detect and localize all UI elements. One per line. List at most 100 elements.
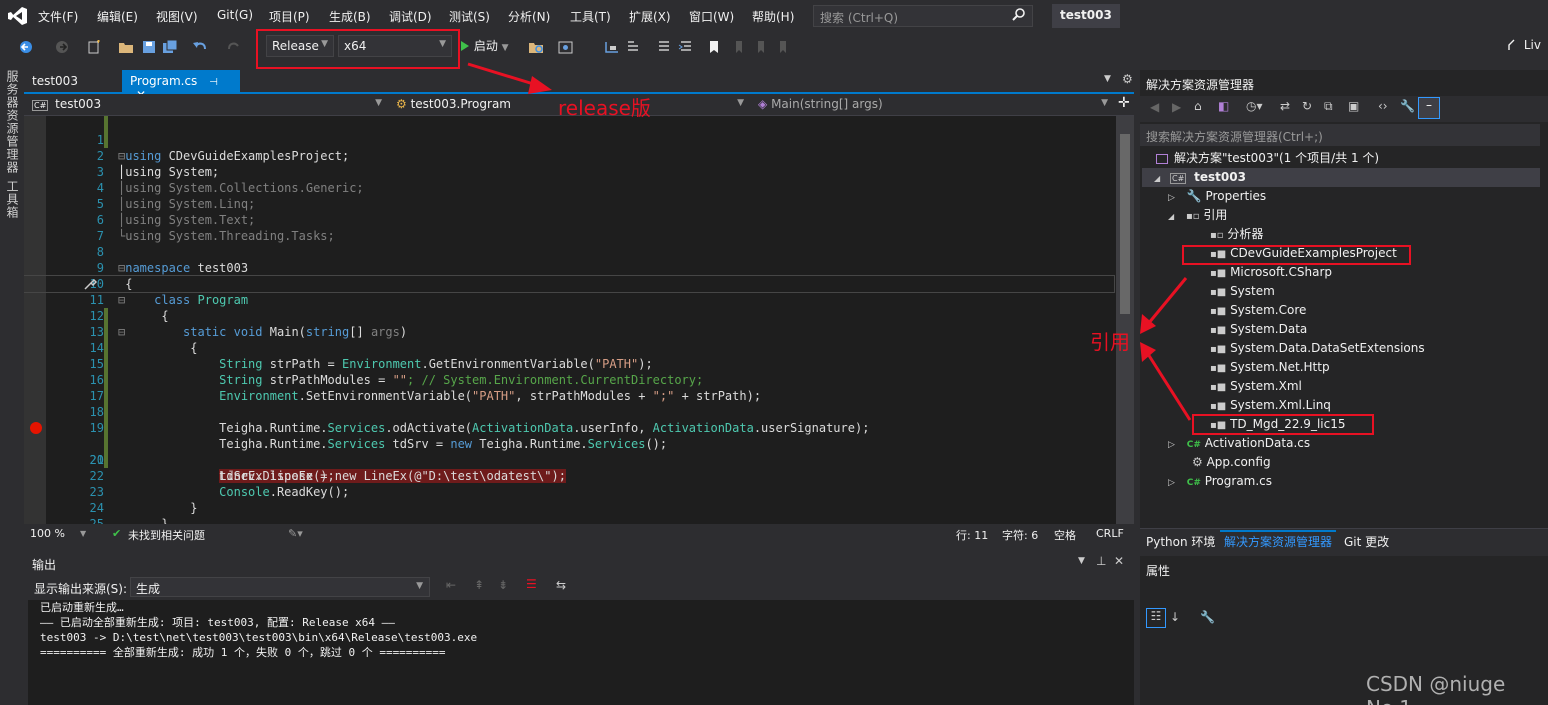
- tab-solution-explorer[interactable]: 解决方案资源管理器: [1220, 530, 1337, 551]
- tab-python-environments[interactable]: Python 环境: [1142, 532, 1219, 551]
- menu-test[interactable]: 测试(S): [449, 8, 490, 25]
- open-folder-icon[interactable]: [118, 40, 134, 54]
- collapsed-arrow-icon[interactable]: ▷: [1168, 440, 1175, 450]
- menu-git[interactable]: Git(G): [217, 8, 253, 22]
- scrollbar-thumb[interactable]: [1120, 134, 1130, 314]
- view-code-icon[interactable]: ‹›: [1378, 99, 1388, 113]
- member-navigation-dropdown[interactable]: ◈ Main(string[] args) ▼: [754, 96, 1114, 114]
- preview-selected-icon[interactable]: –: [1418, 97, 1440, 119]
- line-ending-indicator[interactable]: CRLF: [1096, 527, 1124, 540]
- pending-changes-icon[interactable]: ◷▾: [1246, 99, 1263, 113]
- code-editor[interactable]: 1 ⊟using CDevGuideExamplesProject; 2 │us…: [24, 116, 1134, 524]
- switch-views-icon[interactable]: ◧: [1218, 99, 1229, 113]
- collapsed-arrow-icon[interactable]: ▷: [1168, 478, 1175, 488]
- zoom-level[interactable]: 100 %: [30, 527, 65, 540]
- next-bookmark-icon[interactable]: [752, 40, 768, 54]
- clear-bookmarks-icon[interactable]: [774, 40, 790, 54]
- collapse-all-icon[interactable]: ⧉: [1324, 99, 1333, 114]
- save-icon[interactable]: [141, 40, 157, 54]
- sync-icon[interactable]: ⇄: [1280, 99, 1290, 113]
- tree-project-node[interactable]: ◢ C# test003: [1142, 168, 1540, 187]
- new-item-icon[interactable]: [86, 40, 102, 54]
- tree-reference-item[interactable]: ▪■ System.Net.Http: [1210, 358, 1330, 377]
- breakpoint-icon[interactable]: [30, 422, 42, 434]
- tab-overflow-icon[interactable]: ▼: [1104, 74, 1111, 84]
- browse-folder-icon[interactable]: [528, 40, 544, 54]
- bookmark-icon[interactable]: [706, 40, 722, 54]
- menu-debug[interactable]: 调试(D): [389, 8, 432, 25]
- home-icon[interactable]: ⌂: [1194, 99, 1202, 113]
- pin-icon[interactable]: ⊥: [1096, 554, 1106, 568]
- chevron-down-icon[interactable]: ▼: [80, 529, 86, 538]
- output-source-dropdown[interactable]: 生成 ▼: [130, 577, 430, 597]
- output-text-area[interactable]: 已启动重新生成… —— 已启动全部重新生成: 项目: test003, 配置: …: [28, 600, 1134, 705]
- property-pages-icon[interactable]: 🔧: [1200, 610, 1215, 624]
- tree-file-node[interactable]: ⚙ App.config: [1192, 453, 1271, 472]
- tree-reference-item[interactable]: ▪■ System.Data.DataSetExtensions: [1210, 339, 1425, 358]
- categorized-icon[interactable]: ☷: [1146, 608, 1166, 628]
- close-icon[interactable]: ✕: [1114, 554, 1124, 568]
- undo-icon[interactable]: [192, 40, 208, 54]
- tree-properties-node[interactable]: ▷ 🔧 Properties: [1168, 187, 1266, 206]
- tree-reference-item[interactable]: ▪■ System.Core: [1210, 301, 1306, 320]
- tab-git-changes[interactable]: Git 更改: [1340, 532, 1393, 551]
- clear-all-icon[interactable]: ☰: [526, 577, 537, 591]
- project-navigation-dropdown[interactable]: C# test003 ▼: [28, 96, 388, 114]
- go-to-error-icon[interactable]: ⇤: [446, 578, 456, 592]
- forward-icon[interactable]: ▶: [1172, 100, 1181, 114]
- issues-status[interactable]: 未找到相关问题: [128, 527, 205, 543]
- navigate-forward-icon[interactable]: [54, 40, 70, 54]
- tree-file-node[interactable]: ▷ C# ActivationData.cs: [1168, 434, 1310, 453]
- tree-file-node[interactable]: ▷ C# Program.cs: [1168, 472, 1272, 491]
- settings-gear-icon[interactable]: ⚙: [1122, 72, 1133, 86]
- split-editor-icon[interactable]: ✛: [1118, 95, 1130, 111]
- comment-lines-icon[interactable]: [656, 40, 672, 54]
- previous-message-icon[interactable]: ⇞: [474, 578, 484, 592]
- collapsed-arrow-icon[interactable]: ▷: [1168, 193, 1175, 203]
- step-into-icon[interactable]: [604, 40, 620, 54]
- expanded-arrow-icon[interactable]: ◢: [1168, 212, 1174, 221]
- quick-actions-screwdriver-icon[interactable]: [82, 276, 98, 292]
- tree-reference-item[interactable]: ▪■ System.Data: [1210, 320, 1307, 339]
- show-all-files-icon[interactable]: ▣: [1348, 99, 1359, 113]
- brush-icon[interactable]: ✎▾: [288, 527, 303, 540]
- whitespace-indicator[interactable]: 空格: [1054, 527, 1076, 543]
- menu-edit[interactable]: 编辑(E): [97, 8, 138, 25]
- pin-icon[interactable]: ⊣: [209, 77, 218, 88]
- tree-solution-node[interactable]: 解决方案"test003"(1 个项目/共 1 个): [1156, 149, 1379, 168]
- previous-bookmark-icon[interactable]: [730, 40, 746, 54]
- back-icon[interactable]: ◀: [1150, 100, 1159, 114]
- toggle-word-wrap-icon[interactable]: ⇆: [556, 578, 566, 592]
- tree-analyzers-node[interactable]: ▪▫ 分析器: [1210, 225, 1263, 244]
- server-explorer-tab[interactable]: 服务器资源管理器: [4, 70, 21, 174]
- menu-view[interactable]: 视图(V): [156, 8, 198, 25]
- start-button[interactable]: 启动 ▼: [460, 37, 509, 55]
- search-icon[interactable]: [1012, 7, 1026, 21]
- menu-analyze[interactable]: 分析(N): [508, 8, 550, 25]
- save-all-icon[interactable]: [162, 40, 178, 54]
- search-input[interactable]: 搜索 (Ctrl+Q): [813, 5, 1033, 27]
- solution-explorer-search-input[interactable]: 搜索解决方案资源管理器(Ctrl+;): [1140, 124, 1540, 146]
- alphabetical-icon[interactable]: ↓: [1170, 610, 1180, 624]
- menu-project[interactable]: 项目(P): [269, 8, 310, 25]
- tree-references-node[interactable]: ◢ ▪▫ 引用: [1168, 206, 1227, 225]
- tree-reference-item[interactable]: ▪■ System: [1210, 282, 1275, 301]
- live-share-button[interactable]: Liv: [1508, 38, 1541, 52]
- toolbox-tab[interactable]: 工具箱: [4, 180, 21, 219]
- navigate-back-icon[interactable]: [18, 40, 34, 54]
- next-message-icon[interactable]: ⇟: [498, 578, 508, 592]
- menu-build[interactable]: 生成(B): [329, 8, 371, 25]
- browser-link-icon[interactable]: [558, 40, 574, 54]
- tab-program-cs[interactable]: Program.cs ⊣ ✕: [122, 70, 240, 102]
- chevron-down-icon[interactable]: ▼: [1078, 556, 1085, 566]
- tab-test003[interactable]: test003: [24, 70, 120, 92]
- redo-icon[interactable]: [226, 40, 242, 54]
- tree-reference-item[interactable]: ▪■ Microsoft.CSharp: [1210, 263, 1332, 282]
- step-out-icon[interactable]: [626, 40, 642, 54]
- tree-reference-item[interactable]: ▪■ System.Xml.Linq: [1210, 396, 1331, 415]
- menu-window[interactable]: 窗口(W): [689, 8, 734, 25]
- menu-file[interactable]: 文件(F): [38, 8, 78, 25]
- expanded-arrow-icon[interactable]: ◢: [1154, 174, 1160, 183]
- menu-tools[interactable]: 工具(T): [570, 8, 611, 25]
- refresh-icon[interactable]: ↻: [1302, 99, 1312, 113]
